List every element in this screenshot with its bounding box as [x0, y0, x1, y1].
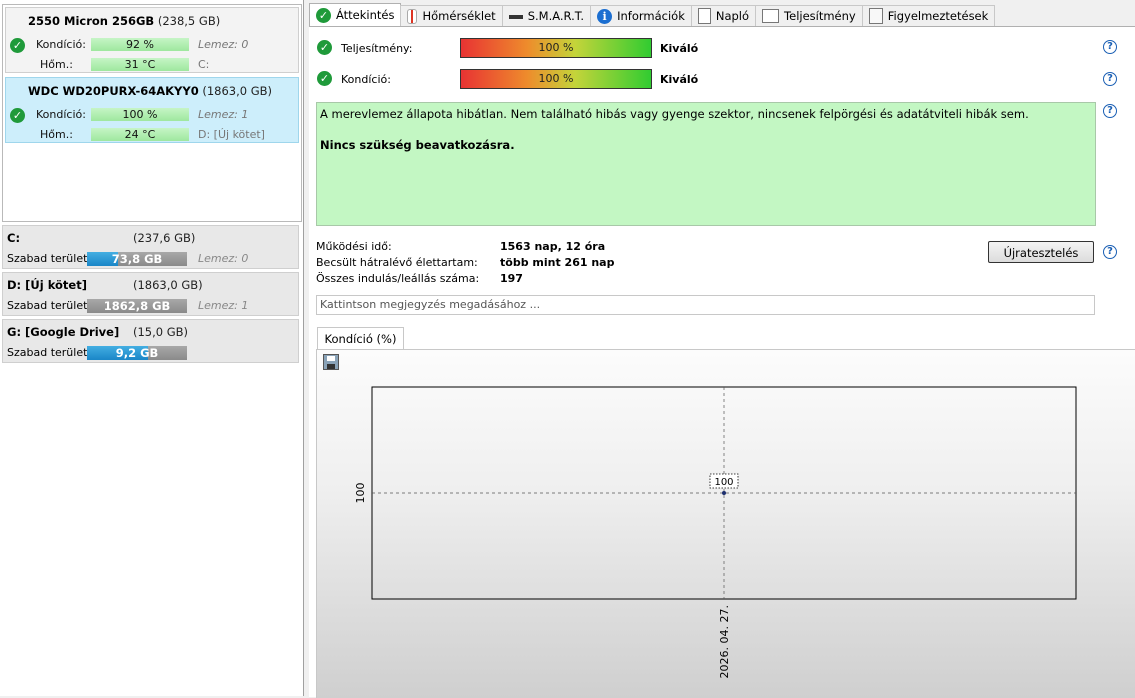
uptime-value: 1563 nap, 12 óra: [500, 240, 606, 253]
disk-number: Lemez: 1: [198, 299, 249, 312]
volume-name: C:: [7, 231, 21, 245]
smart-icon: [508, 15, 523, 19]
temp-label: Hőm.:: [40, 128, 73, 141]
note-input[interactable]: Kattintson megjegyzés megadásához ...: [316, 295, 1095, 315]
temp-label: Hőm.:: [40, 58, 73, 71]
volume-name: G: [Google Drive]: [7, 325, 120, 339]
status-description: A merevlemez állapota hibátlan. Nem talá…: [316, 102, 1096, 226]
power-cycles-label: Összes indulás/leállás száma:: [316, 272, 480, 285]
disk-item[interactable]: 2550 Micron 256GB (238,5 GB) ✓ Kondíció:…: [5, 7, 299, 73]
tab-info[interactable]: i Információk: [590, 5, 692, 26]
tab-smart[interactable]: S.M.A.R.T.: [501, 5, 592, 26]
help-icon[interactable]: ?: [1103, 245, 1117, 259]
health-label: Kondíció:: [36, 38, 86, 51]
free-space-label: Szabad terület: [7, 346, 88, 359]
lifetime-value: több mint 261 nap: [500, 256, 615, 269]
help-icon[interactable]: ?: [1103, 104, 1117, 118]
data-label: 100: [714, 477, 733, 488]
temp-bar: 24 °C: [91, 128, 189, 141]
drive-letter: D: [Új kötet]: [198, 128, 265, 141]
free-space-bar: 9,2 GB: [87, 346, 187, 360]
disk-number: Lemez: 0: [198, 38, 249, 51]
performance-bar: 100 %: [460, 38, 652, 58]
free-space-bar: 1862,8 GB: [87, 299, 187, 313]
chart-icon: [762, 9, 780, 23]
volume-name: D: [Új kötet]: [7, 278, 87, 292]
disk-number: Lemez: 1: [198, 108, 249, 121]
disk-item[interactable]: WDC WD20PURX-64AKYY0 (1863,0 GB) ✓ Kondí…: [5, 77, 299, 143]
free-space-label: Szabad terület: [7, 299, 88, 312]
power-cycles-value: 197: [500, 272, 523, 285]
tab-health-chart[interactable]: Kondíció (%): [317, 327, 404, 350]
volume-item[interactable]: C: (237,6 GB) Szabad terület 73,8 GB Lem…: [2, 225, 299, 269]
performance-label: Teljesítmény:: [341, 42, 413, 55]
free-space-label: Szabad terület: [7, 252, 88, 265]
overview-content: ✓ Teljesítmény: 100 % Kiváló ? ✓ Kondíci…: [309, 26, 1135, 698]
volume-item[interactable]: D: [Új kötet] (1863,0 GB) Szabad terület…: [2, 272, 299, 316]
y-tick-label: 100: [354, 483, 367, 504]
x-tick-label: 2026. 04. 27.: [718, 605, 731, 678]
uptime-label: Működési idő:: [316, 240, 392, 253]
performance-rating: Kiváló: [660, 42, 699, 55]
drive-letter: C:: [198, 58, 210, 71]
volume-list: C: (237,6 GB) Szabad terület 73,8 GB Lem…: [2, 225, 300, 369]
ok-check-icon: ✓: [317, 40, 332, 55]
ok-check-icon: ✓: [10, 38, 25, 53]
health-rating: Kiváló: [660, 73, 699, 86]
free-space-bar: 73,8 GB: [87, 252, 187, 266]
disk-title: WDC WD20PURX-64AKYY0 (1863,0 GB): [28, 84, 273, 98]
health-bar: 100 %: [460, 69, 652, 89]
tab-temperature[interactable]: Hőmérséklet: [400, 5, 503, 26]
data-point: [722, 491, 726, 495]
health-chart-area: 100 2026. 04. 27. 100: [316, 349, 1135, 698]
disk-list: 2550 Micron 256GB (238,5 GB) ✓ Kondíció:…: [2, 4, 302, 222]
health-label: Kondíció:: [36, 108, 86, 121]
thermometer-icon: [407, 8, 418, 24]
ok-check-icon: ✓: [10, 108, 25, 123]
health-label: Kondíció:: [341, 73, 391, 86]
left-panel: 2550 Micron 256GB (238,5 GB) ✓ Kondíció:…: [0, 0, 304, 696]
recommendation-text: Nincs szükség beavatkozásra.: [320, 138, 515, 152]
volume-size: (15,0 GB): [133, 325, 189, 339]
document-icon: [697, 8, 711, 24]
disk-title: 2550 Micron 256GB (238,5 GB): [28, 14, 221, 28]
temp-bar: 31 °C: [91, 58, 189, 71]
health-bar: 92 %: [91, 38, 189, 51]
lifetime-label: Becsült hátralévő élettartam:: [316, 256, 478, 269]
warning-doc-icon: [868, 8, 883, 24]
right-panel: ✓ Áttekintés Hőmérséklet S.M.A.R.T. i Info…: [305, 0, 1135, 698]
tab-bar: ✓ Áttekintés Hőmérséklet S.M.A.R.T. i Info…: [309, 3, 996, 26]
volume-size: (1863,0 GB): [133, 278, 203, 292]
disk-number: Lemez: 0: [198, 252, 249, 265]
info-icon: i: [597, 8, 613, 24]
health-chart: 100 2026. 04. 27. 100: [354, 386, 1077, 678]
tab-alerts[interactable]: Figyelmeztetések: [861, 5, 996, 26]
volume-size: (237,6 GB): [133, 231, 196, 245]
help-icon[interactable]: ?: [1103, 40, 1117, 54]
volume-item[interactable]: G: [Google Drive] (15,0 GB) Szabad terül…: [2, 319, 299, 363]
help-icon[interactable]: ?: [1103, 72, 1117, 86]
tab-log[interactable]: Napló: [690, 5, 757, 26]
ok-check-icon: ✓: [317, 71, 332, 86]
tab-overview[interactable]: ✓ Áttekintés: [309, 3, 402, 26]
health-bar: 100 %: [91, 108, 189, 121]
check-icon: ✓: [316, 7, 331, 23]
retest-button[interactable]: Újratesztelés: [988, 241, 1094, 263]
description-text: A merevlemez állapota hibátlan. Nem talá…: [320, 107, 1029, 121]
tab-performance[interactable]: Teljesítmény: [755, 5, 863, 26]
